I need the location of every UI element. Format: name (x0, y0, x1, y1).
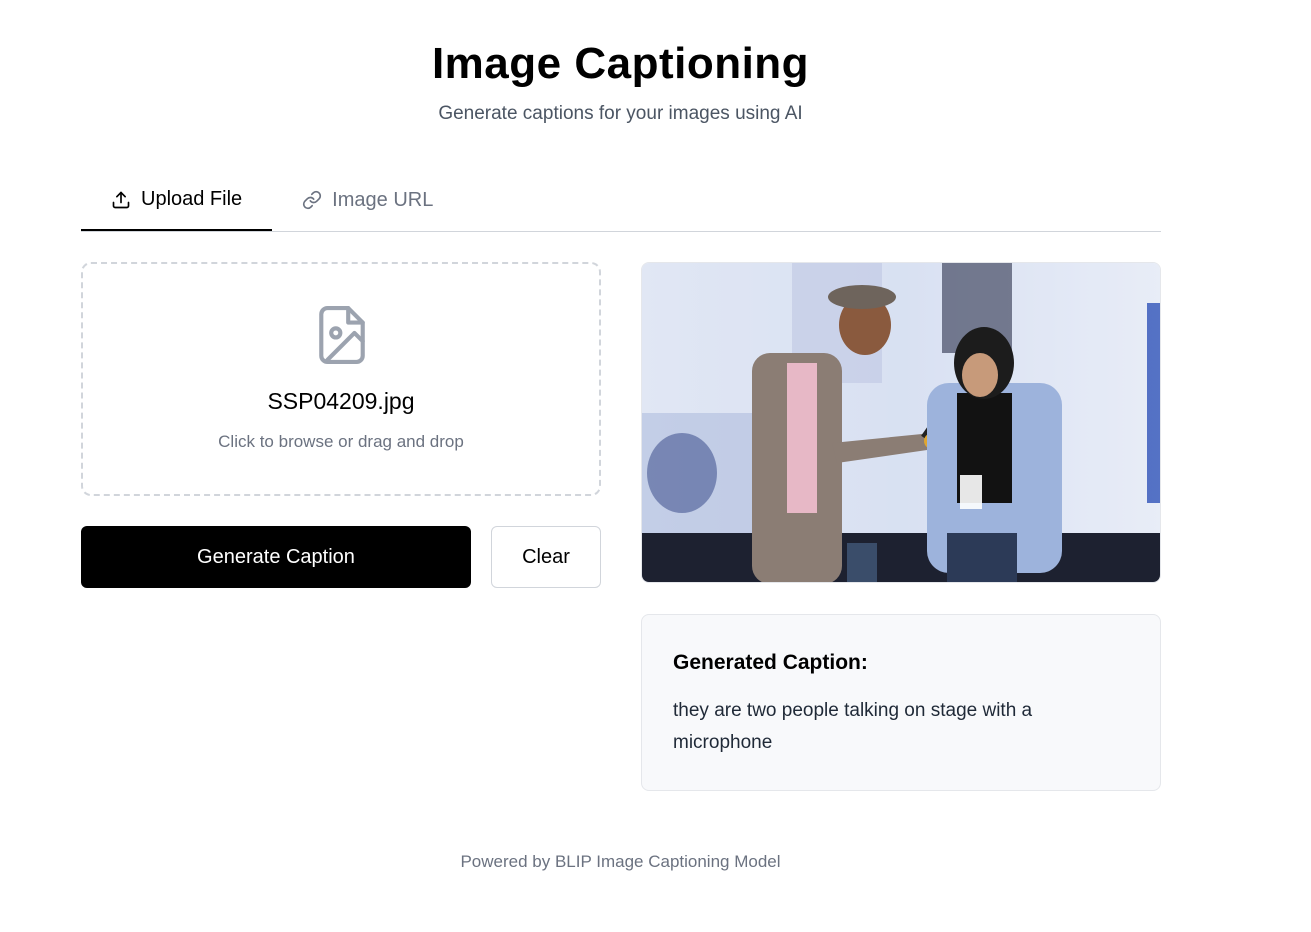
tab-upload-file[interactable]: Upload File (81, 170, 273, 231)
footer-text: Powered by BLIP Image Captioning Model (460, 852, 781, 871)
header: Image Captioning Generate captions for y… (0, 36, 1241, 126)
caption-text: they are two people talking on stage wit… (673, 700, 1033, 753)
link-icon (303, 190, 322, 210)
preview-photo (642, 263, 1160, 582)
tab-upload-file-label: Upload File (141, 188, 243, 210)
selected-file-name: SSP04209.jpg (267, 388, 415, 414)
clear-button[interactable]: Clear (491, 526, 601, 588)
file-dropzone[interactable]: SSP04209.jpg Click to browse or drag and… (81, 262, 601, 496)
upload-icon (112, 191, 130, 208)
file-image-icon (319, 306, 365, 364)
page: Image Captioning Generate captions for y… (0, 0, 1311, 932)
caption-heading: Generated Caption: (673, 651, 868, 674)
caption-result: Generated Caption: they are two people t… (641, 614, 1161, 791)
image-preview (641, 262, 1161, 583)
generate-caption-button[interactable]: Generate Caption (81, 526, 471, 588)
page-title: Image Captioning (431, 39, 810, 88)
dropzone-hint: Click to browse or drag and drop (218, 432, 464, 451)
input-tabs: Upload File Image URL (81, 170, 1161, 232)
tab-image-url-label: Image URL (332, 188, 434, 211)
page-subtitle: Generate captions for your images using … (438, 103, 803, 124)
tab-image-url[interactable]: Image URL (272, 170, 463, 230)
